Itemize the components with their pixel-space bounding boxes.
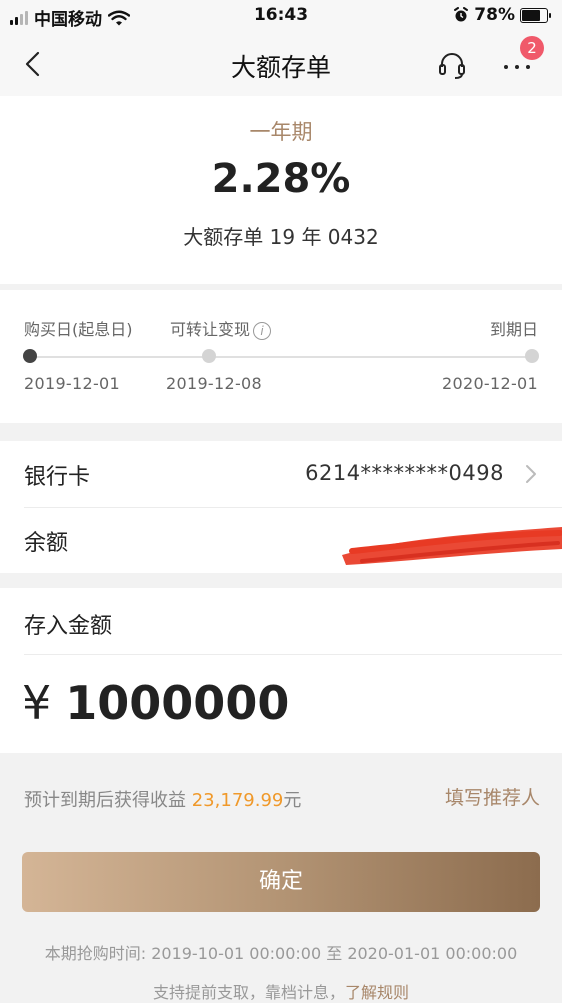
income-value: 23,179.99 (191, 790, 284, 811)
notification-badge: 2 (520, 36, 544, 60)
confirm-button[interactable]: 确定 (22, 852, 540, 912)
battery-icon (520, 7, 551, 23)
maturity-date-label: 到期日 (489, 320, 538, 339)
term-label: 一年期 (249, 120, 313, 144)
back-button[interactable] (18, 48, 50, 80)
transfer-label-group: 可转让变现 i (170, 316, 272, 340)
income-prefix: 预计到期后获得收益 (24, 790, 186, 811)
date-timeline: 购买日(起息日) 可转让变现 i 到期日 2019-12-01 2019-12-0… (0, 290, 562, 423)
rules-note: 支持提前支取，靠档计息，了解规则 (0, 979, 562, 1003)
income-unit: 元 (283, 790, 302, 811)
account-section: 银行卡 6214********0498 余额 (0, 441, 562, 573)
purchase-date-label: 购买日(起息日) (24, 320, 133, 339)
maturity-date: 2020-12-01 (442, 374, 538, 393)
deposit-amount-value: 1000000 (65, 676, 290, 730)
referrer-link[interactable]: 填写推荐人 (445, 783, 540, 810)
chevron-left-icon (25, 51, 40, 77)
timeline-dot-purchase (23, 349, 37, 363)
page-title: 大额存单 (230, 53, 331, 82)
bank-card-label: 银行卡 (24, 465, 91, 490)
rules-link[interactable]: 了解规则 (345, 983, 409, 1002)
status-bar: 中国移动 16:43 78% (0, 0, 562, 32)
balance-label: 余额 (24, 531, 69, 556)
bank-card-row[interactable]: 银行卡 6214********0498 (0, 441, 562, 507)
redaction-scribble (342, 527, 562, 565)
transfer-date: 2019-12-08 (166, 374, 262, 393)
purchase-date: 2019-12-01 (24, 374, 120, 393)
timeline-dot-maturity (525, 349, 539, 363)
timeline-dot-transfer (202, 349, 216, 363)
battery-percent: 78% (474, 5, 515, 25)
deposit-amount-label: 存入金额 (24, 614, 113, 639)
battery-fill (522, 9, 541, 21)
customer-service-button[interactable] (436, 49, 468, 81)
transfer-label: 可转让变现 (170, 320, 251, 339)
purchase-period: 本期抢购时间: 2019-10-01 00:00:00 至 2020-01-01… (44, 944, 518, 963)
timeline-track (30, 356, 532, 358)
interest-rate: 2.28% (211, 156, 351, 202)
deposit-amount-input[interactable]: ¥1000000 (22, 676, 289, 730)
product-summary: 一年期 2.28% 大额存单 19 年 0432 (0, 96, 562, 284)
alarm-icon (454, 7, 469, 22)
chevron-right-icon (526, 465, 536, 483)
bank-card-number: 6214********0498 (305, 461, 504, 485)
headset-icon (439, 53, 465, 79)
nav-bar: 大额存单 2 (0, 32, 562, 96)
currency-symbol: ¥ (22, 676, 52, 730)
divider (24, 654, 562, 655)
info-icon[interactable]: i (253, 321, 272, 340)
deposit-amount-section: 存入金额 ¥1000000 (0, 588, 562, 753)
product-name: 大额存单 19 年 0432 (183, 225, 379, 249)
estimated-income: 预计到期后获得收益 23,179.99元 (24, 786, 301, 812)
status-right: 78% (453, 5, 551, 25)
rules-text: 支持提前支取，靠档计息， (152, 983, 345, 1002)
